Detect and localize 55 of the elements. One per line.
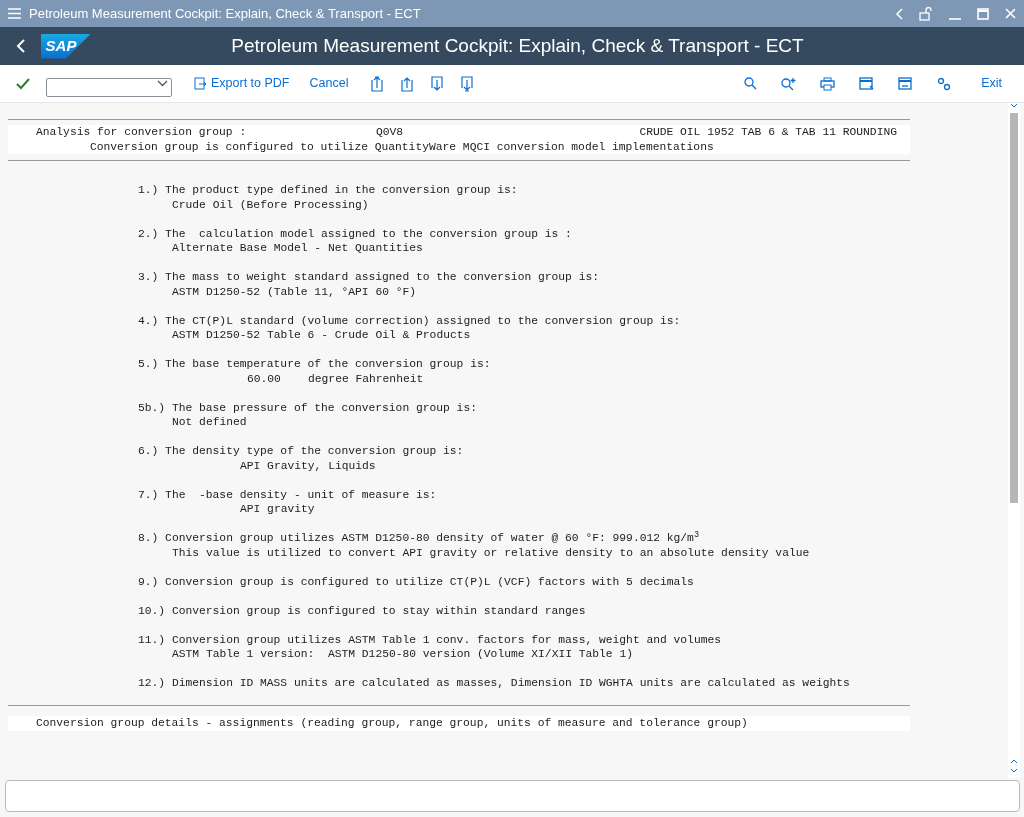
report-item-line: 12.) Dimension ID MASS units are calculated as masses, Dimension ID WGHTA units are calculated as weights (138, 676, 851, 691)
report-item-detail: Alternate Base Model - Net Quantities (172, 242, 423, 254)
conversion-group-description: CRUDE OIL 1952 TAB 6 & TAB 11 ROUNDING (639, 125, 898, 140)
report-item-line: 7.) The -base density - unit of measure is: (138, 487, 438, 502)
close-icon[interactable] (1005, 8, 1016, 19)
back-icon[interactable] (16, 39, 25, 53)
maximize-icon[interactable] (977, 7, 989, 20)
report-item-detail: This value is utilized to convert API gravity or relative density to an absolute density value (172, 546, 810, 559)
search-plus-icon[interactable] (781, 76, 797, 91)
report-item-detail: API gravity (240, 503, 315, 515)
report-item-detail: Not defined (172, 416, 247, 428)
export-pdf-button[interactable]: Export to PDF (188, 72, 296, 95)
report-item-detail: Crude Oil (Before Processing) (172, 198, 369, 211)
print-icon[interactable] (820, 76, 836, 91)
menu-icon[interactable] (8, 8, 21, 19)
report-item-detail: ASTM D1250-52 (Table 11, °API 60 °F) (172, 285, 417, 298)
report-item-line: 3.) The mass to weight standard assigned to the conversion group is: (138, 270, 600, 285)
report-item-line: 5.) The base temperature of the conversion group is: (138, 357, 492, 372)
report-item-line: 11.) Conversion group utilizes ASTM Table 1 conv. factors for mass, weight and volumes (138, 632, 722, 647)
report-item-line: 10.) Conversion group is configured to stay within standard ranges (138, 603, 587, 618)
scrollbar-thumb[interactable] (1010, 113, 1018, 503)
sap-logo: SAP (41, 33, 91, 59)
report-item-line: 5b.) The base pressure of the conversion group is: (138, 400, 478, 415)
search-icon[interactable] (744, 77, 758, 90)
cancel-button[interactable]: Cancel (303, 72, 355, 95)
scroll-up-icon[interactable] (1010, 758, 1018, 764)
report-item-detail: 60.00 degree Fahrenheit (247, 372, 424, 385)
status-field[interactable] (5, 780, 1020, 812)
header-title: Petroleum Measurement Cockpit: Explain, Check & Transport - ECT (230, 33, 805, 58)
settings-icon[interactable] (937, 76, 952, 91)
command-field[interactable] (46, 77, 172, 97)
report-item-detail: ASTM D1250-52 Table 6 - Crude Oil & Products (172, 329, 471, 341)
scroll-down-icon[interactable] (1010, 768, 1018, 774)
report-item-line: 8.) Conversion group utilizes ASTM D1250-80 density of water @ 60 °F: 999.012 kg/m$^{3}$ (138, 531, 700, 546)
page-down-icon[interactable] (430, 75, 445, 92)
unlock-icon[interactable] (919, 6, 933, 21)
report-header-label: Analysis for conversion group : (35, 125, 248, 140)
checkmark-icon[interactable] (16, 77, 30, 90)
report-item-line: 2.) The calculation model assigned to the conversion group is : (138, 226, 573, 241)
report-item-line: 9.) Conversion group is configured to utilize CT(P)L (VCF) factors with 5 decimals (138, 574, 695, 589)
report-item-line: 4.) The CT(P)L standard (volume correction) assigned to the conversion group is: (138, 313, 682, 328)
page-up-top-icon[interactable] (370, 75, 385, 92)
export-icon (194, 77, 207, 90)
report-item-line: 1.) The product type defined in the conversion group is: (138, 183, 519, 198)
conversion-group-code: Q0V8 (376, 125, 404, 140)
page-down-bottom-icon[interactable] (460, 75, 475, 92)
scrollbar[interactable] (1008, 103, 1020, 778)
window-title: Petroleum Measurement Cockpit: Explain, Check & Transport - ECT (29, 4, 421, 23)
scroll-down-icon[interactable] (1010, 103, 1018, 109)
exit-button[interactable]: Exit (975, 72, 1008, 95)
report-item-detail: ASTM Table 1 version: ASTM D1250-80 version (Volume XI/XII Table 1) (172, 648, 633, 660)
page-up-icon[interactable] (400, 75, 415, 92)
caret-icon[interactable] (157, 80, 168, 87)
report-item-line: 6.) The density type of the conversion group is: (138, 444, 465, 459)
report-item-detail: API Gravity, Liquids (240, 459, 376, 472)
